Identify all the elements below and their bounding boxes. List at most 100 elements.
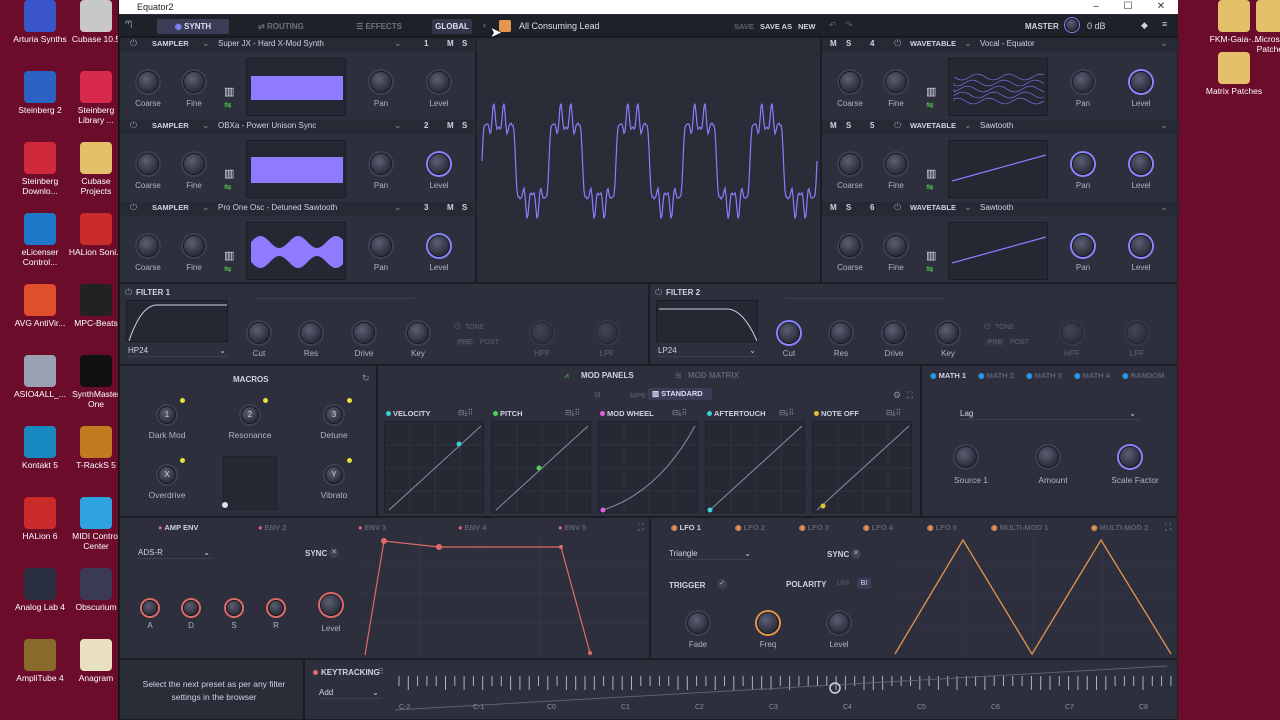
osc-type-dropdown[interactable]: WAVETABLE bbox=[910, 39, 956, 48]
macro-knob[interactable]: Y bbox=[325, 466, 343, 484]
tab-math-4[interactable]: ◉ MATH 4 bbox=[1074, 371, 1110, 380]
curve-tools-icon[interactable]: ⊟⤓⠿ bbox=[458, 408, 473, 418]
osc-knob-pan[interactable] bbox=[1072, 153, 1094, 175]
osc-knob-level[interactable] bbox=[1130, 71, 1152, 93]
lfo-bi-button[interactable]: BI bbox=[857, 578, 871, 589]
keytracking-menu-icon[interactable]: ⠿ bbox=[378, 667, 384, 676]
curve-tools-icon[interactable]: ⊟⤓⠿ bbox=[565, 408, 580, 418]
osc-preset-name[interactable]: Pro One Osc - Detuned Sawtooth bbox=[218, 203, 337, 212]
osc-knob-fine[interactable] bbox=[885, 153, 907, 175]
desktop-icon[interactable]: Obscurium bbox=[66, 568, 126, 612]
tab-env-5[interactable]: ● ENV 5 bbox=[558, 523, 586, 532]
osc-type-dropdown[interactable]: SAMPLER bbox=[152, 203, 189, 212]
xy-pad[interactable] bbox=[223, 456, 277, 510]
macro-knob[interactable]: 1 bbox=[158, 406, 176, 424]
tab-amp-env[interactable]: ● AMP ENV bbox=[158, 523, 198, 532]
tab-multi-mod-2[interactable]: ◉ MULTI-MOD 2 bbox=[1091, 523, 1148, 532]
prev-preset-icon[interactable]: ‹ bbox=[483, 20, 486, 30]
redo-icon[interactable]: ↷ bbox=[845, 20, 853, 31]
power-icon[interactable]: ⏻ bbox=[984, 322, 990, 332]
osc-knob-pan[interactable] bbox=[370, 235, 392, 257]
macro-knob[interactable]: 3 bbox=[325, 406, 343, 424]
osc-solo-button[interactable]: S bbox=[846, 121, 851, 130]
tab-multi-mod-1[interactable]: ◉ MULTI-MOD 1 bbox=[991, 523, 1048, 532]
osc-mute-button[interactable]: M bbox=[447, 203, 454, 212]
env-knob-s[interactable] bbox=[226, 600, 242, 616]
desktop-icon[interactable]: SynthMaster One bbox=[66, 355, 126, 409]
maximize-button[interactable]: ☐ bbox=[1111, 0, 1145, 14]
lfo-sync-toggle[interactable]: ✕ bbox=[851, 549, 861, 559]
keyboard-icon[interactable]: ▥ bbox=[224, 85, 234, 98]
expand-icon[interactable]: ⛶ bbox=[907, 390, 913, 401]
tab-effects[interactable]: ☰ EFFECTS bbox=[343, 19, 415, 34]
osc-mute-button[interactable]: M bbox=[447, 121, 454, 130]
osc-knob-level[interactable] bbox=[428, 235, 450, 257]
osc-mute-button[interactable]: M bbox=[830, 39, 837, 48]
filter-knob-key[interactable] bbox=[937, 322, 959, 344]
curve-tools-icon[interactable]: ⊟⤓⠿ bbox=[779, 408, 794, 418]
power-icon[interactable]: ⏻ bbox=[125, 287, 132, 298]
osc-knob-fine[interactable] bbox=[885, 235, 907, 257]
desktop-icon[interactable]: Analog Lab 4 bbox=[10, 568, 70, 612]
standard-toggle[interactable]: ▥ STANDARD bbox=[648, 388, 712, 400]
wavetable-display[interactable] bbox=[948, 222, 1048, 280]
sync-arrows-icon[interactable]: ⇋ bbox=[224, 182, 232, 193]
settings-icon[interactable]: ⚙ bbox=[893, 390, 901, 401]
lfo-shape-dropdown[interactable]: Triangle ⌄ bbox=[669, 548, 753, 560]
desktop-icon[interactable]: Steinberg Downlo... bbox=[10, 142, 70, 196]
tab-lfo-4[interactable]: ◉ LFO 4 bbox=[863, 523, 893, 532]
tab-math-3[interactable]: ◉ MATH 3 bbox=[1026, 371, 1062, 380]
env-knob-a[interactable] bbox=[142, 600, 158, 616]
lpf-knob[interactable] bbox=[1126, 322, 1148, 344]
keytracking-graph[interactable]: C-2 C-1 C0 C1 C2 C3 C4 C5 C6 C7 C8 bbox=[395, 664, 1175, 720]
curve-editor[interactable] bbox=[705, 421, 805, 513]
osc-solo-button[interactable]: S bbox=[462, 203, 467, 212]
math-knob-amount[interactable] bbox=[1037, 446, 1059, 468]
filter-knob-drive[interactable] bbox=[883, 322, 905, 344]
osc-solo-button[interactable]: S bbox=[846, 203, 851, 212]
desktop-icon[interactable]: Steinberg 2 bbox=[10, 71, 70, 115]
lfo-uni-button[interactable]: UNI bbox=[837, 580, 849, 587]
osc-knob-fine[interactable] bbox=[183, 71, 205, 93]
tab-lfo-5[interactable]: ◉ LFO 5 bbox=[927, 523, 957, 532]
minimize-button[interactable]: – bbox=[1079, 0, 1113, 14]
filter-knob-res[interactable] bbox=[830, 322, 852, 344]
new-button[interactable]: NEW bbox=[798, 22, 816, 31]
osc-knob-pan[interactable] bbox=[1072, 235, 1094, 257]
pre-button[interactable]: PRE bbox=[456, 339, 474, 346]
osc-knob-fine[interactable] bbox=[183, 235, 205, 257]
post-button[interactable]: POST bbox=[480, 339, 499, 346]
env-mode-dropdown[interactable]: ADS-R ⌄ bbox=[138, 547, 212, 559]
power-icon[interactable]: ⏻ bbox=[454, 322, 460, 332]
filter-response-display[interactable] bbox=[126, 300, 228, 342]
undo-icon[interactable]: ↶ bbox=[829, 20, 837, 31]
osc-knob-level[interactable] bbox=[1130, 153, 1152, 175]
desktop-icon[interactable]: Matrix Patches bbox=[1204, 52, 1264, 96]
desktop-icon[interactable]: AVG AntiVir... bbox=[10, 284, 70, 328]
menu-icon[interactable]: ≡ bbox=[1162, 19, 1167, 29]
env-level-knob[interactable] bbox=[320, 594, 342, 616]
curve-editor[interactable] bbox=[598, 421, 698, 513]
power-icon[interactable]: ⏻ bbox=[894, 38, 901, 49]
mpe-toggle[interactable]: MPE bbox=[630, 391, 646, 400]
osc-knob-pan[interactable] bbox=[370, 153, 392, 175]
env-expand-icon[interactable]: ⛶ bbox=[638, 522, 644, 533]
osc-solo-button[interactable]: S bbox=[462, 39, 467, 48]
osc-mute-button[interactable]: M bbox=[447, 39, 454, 48]
wavetable-display[interactable] bbox=[948, 140, 1048, 198]
hpf-knob[interactable] bbox=[1061, 322, 1083, 344]
tab-routing[interactable]: ⇄ ROUTING bbox=[245, 19, 317, 34]
lpf-knob[interactable] bbox=[596, 322, 618, 344]
xy-pad-handle[interactable] bbox=[222, 502, 228, 508]
env-knob-r[interactable] bbox=[268, 600, 284, 616]
desktop-icon[interactable]: eLicenser Control... bbox=[10, 213, 70, 267]
close-button[interactable]: ✕ bbox=[1144, 0, 1178, 14]
hpf-knob[interactable] bbox=[531, 322, 553, 344]
keyboard-icon[interactable]: ▥ bbox=[926, 167, 936, 180]
preset-name[interactable]: All Consuming Lead bbox=[519, 21, 600, 31]
tab-global[interactable]: GLOBAL bbox=[432, 19, 472, 34]
osc-knob-fine[interactable] bbox=[183, 153, 205, 175]
lfo-knob-freq[interactable] bbox=[757, 612, 779, 634]
power-icon[interactable]: ⏻ bbox=[894, 202, 901, 213]
osc-knob-coarse[interactable] bbox=[137, 71, 159, 93]
